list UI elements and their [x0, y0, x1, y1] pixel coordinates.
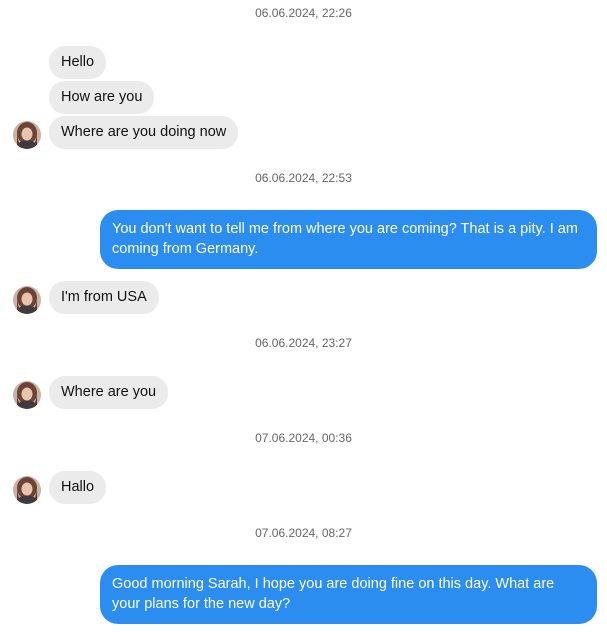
incoming-message: Hallo: [49, 471, 107, 504]
avatar-photo-icon: [13, 286, 41, 314]
incoming-message: How are you: [49, 81, 155, 114]
timestamp: 06.06.2024, 22:26: [255, 6, 352, 20]
outgoing-message: You don't want to tell me from where you…: [100, 210, 597, 269]
contact-avatar[interactable]: [13, 286, 41, 314]
incoming-message: Hello: [49, 46, 107, 79]
contact-avatar[interactable]: [13, 381, 41, 409]
timestamp: 07.06.2024, 00:36: [255, 431, 352, 445]
avatar-photo-icon: [13, 381, 41, 409]
contact-avatar[interactable]: [13, 476, 41, 504]
timestamp: 06.06.2024, 22:53: [255, 171, 352, 185]
incoming-message: I'm from USA: [49, 281, 159, 314]
timestamp: 06.06.2024, 23:27: [255, 336, 352, 350]
timestamp: 07.06.2024, 08:27: [255, 526, 352, 540]
incoming-message: Where are you: [49, 376, 169, 409]
avatar-photo-icon: [13, 476, 41, 504]
avatar-photo-icon: [13, 121, 41, 149]
incoming-message: Where are you doing now: [49, 116, 239, 149]
outgoing-message: Good morning Sarah, I hope you are doing…: [100, 565, 597, 624]
contact-avatar[interactable]: [13, 121, 41, 149]
